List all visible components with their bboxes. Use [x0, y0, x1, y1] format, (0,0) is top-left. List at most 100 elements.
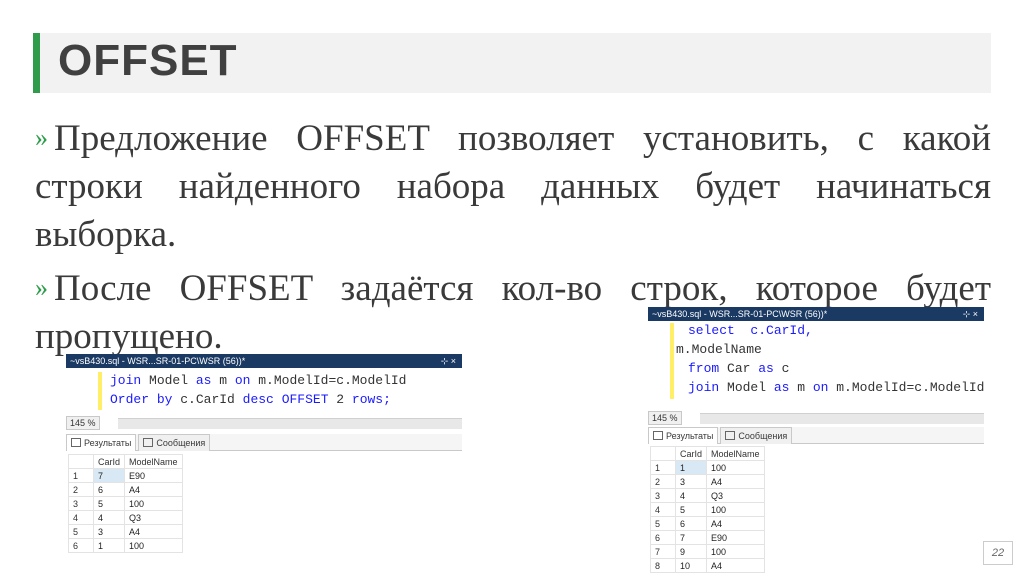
row-number[interactable]: 2 [68, 482, 94, 497]
row-number[interactable]: 4 [650, 502, 676, 517]
code-line-2[interactable]: Order by c.CarId desc OFFSET 2 rows; [110, 390, 391, 409]
change-marker [670, 323, 674, 399]
code-line-3[interactable]: from Car as c [688, 359, 789, 378]
bullet-marker: » [35, 123, 48, 152]
table-cell[interactable]: 5 [674, 502, 708, 517]
table-row[interactable]: 6 7 E90 [650, 530, 765, 545]
results-tabs: Результаты Сообщения [66, 434, 462, 451]
row-number[interactable]: 4 [68, 510, 94, 525]
row-number[interactable]: 7 [650, 544, 676, 559]
table-row[interactable]: 4 4 Q3 [68, 510, 183, 525]
row-number[interactable]: 5 [68, 524, 94, 539]
right-query-window: ~vsB430.sql - WSR...SR-01-PC\WSR (56))* … [648, 307, 984, 573]
table-cell[interactable]: 1 [92, 538, 126, 553]
table-cell[interactable]: 1 [674, 460, 708, 475]
grid-header-row: CarId ModelName [650, 446, 765, 461]
zoom-dropdown[interactable]: 145 % [66, 416, 100, 430]
table-cell[interactable]: 100 [124, 496, 183, 511]
editor-tab[interactable]: ~vsB430.sql - WSR...SR-01-PC\WSR (56))* … [66, 354, 462, 368]
results-grid: CarId ModelName 1 1 100 2 3 A4 3 4 Q3 4 5 100 5 6 A4 6 7 E9… [650, 446, 765, 573]
table-cell[interactable]: 7 [674, 530, 708, 545]
tab-messages[interactable]: Сообщения [138, 434, 211, 451]
table-cell[interactable]: 3 [674, 474, 708, 489]
code-line-2[interactable]: m.ModelName [676, 340, 762, 359]
paragraph-1-text: Предложение OFFSET позволяет установить,… [35, 118, 991, 255]
column-header[interactable]: CarId [92, 454, 126, 469]
grid-corner [68, 454, 94, 469]
message-icon [143, 438, 154, 447]
page-number: 22 [983, 541, 1013, 565]
table-row[interactable]: 1 7 E90 [68, 468, 183, 483]
row-number[interactable]: 3 [650, 488, 676, 503]
table-row[interactable]: 4 5 100 [650, 502, 765, 517]
table-cell[interactable]: E90 [706, 530, 765, 545]
table-row[interactable]: 2 6 A4 [68, 482, 183, 497]
table-cell[interactable]: 100 [706, 460, 765, 475]
editor-tab[interactable]: ~vsB430.sql - WSR...SR-01-PC\WSR (56))* … [648, 307, 984, 321]
table-row[interactable]: 6 1 100 [68, 538, 183, 553]
table-cell[interactable]: A4 [706, 474, 765, 489]
table-cell[interactable]: 3 [92, 524, 126, 539]
table-row[interactable]: 8 10 A4 [650, 558, 765, 573]
row-number[interactable]: 2 [650, 474, 676, 489]
row-number[interactable]: 5 [650, 516, 676, 531]
tab-pin-close-icon[interactable]: ⊹ × [963, 307, 978, 321]
table-cell[interactable]: 100 [124, 538, 183, 553]
table-cell[interactable]: Q3 [124, 510, 183, 525]
table-cell[interactable]: 100 [706, 544, 765, 559]
tab-pin-close-icon[interactable]: ⊹ × [441, 354, 456, 368]
table-cell[interactable]: Q3 [706, 488, 765, 503]
row-number[interactable]: 1 [68, 468, 94, 483]
slide-title: OFFSET [58, 36, 238, 85]
column-header[interactable]: ModelName [706, 446, 765, 461]
table-row[interactable]: 5 6 A4 [650, 516, 765, 531]
row-number[interactable]: 1 [650, 460, 676, 475]
row-number[interactable]: 3 [68, 496, 94, 511]
code-line-1[interactable]: select c.CarId, [688, 321, 813, 340]
row-number[interactable]: 6 [68, 538, 94, 553]
row-number[interactable]: 8 [650, 558, 676, 573]
tab-results[interactable]: Результаты [66, 434, 137, 451]
table-cell[interactable]: A4 [124, 482, 183, 497]
title-accent-bar [33, 33, 40, 93]
table-cell[interactable]: A4 [706, 516, 765, 531]
zoom-dropdown[interactable]: 145 % [648, 411, 682, 425]
table-cell[interactable]: 7 [92, 468, 126, 483]
column-header[interactable]: CarId [674, 446, 708, 461]
table-cell[interactable]: 4 [92, 510, 126, 525]
table-cell[interactable]: 10 [674, 558, 708, 573]
table-cell[interactable]: E90 [124, 468, 183, 483]
left-query-window: ~vsB430.sql - WSR...SR-01-PC\WSR (56))* … [66, 354, 462, 568]
table-cell[interactable]: 100 [706, 502, 765, 517]
table-row[interactable]: 5 3 A4 [68, 524, 183, 539]
table-row[interactable]: 7 9 100 [650, 544, 765, 559]
tab-results[interactable]: Результаты [648, 427, 719, 444]
table-cell[interactable]: 6 [674, 516, 708, 531]
column-header[interactable]: ModelName [124, 454, 183, 469]
table-cell[interactable]: 5 [92, 496, 126, 511]
tab-messages[interactable]: Сообщения [720, 427, 793, 444]
table-cell[interactable]: 6 [92, 482, 126, 497]
table-row[interactable]: 2 3 A4 [650, 474, 765, 489]
message-icon [725, 431, 736, 440]
paragraph-1: » Предложение OFFSET позволяет установить… [35, 114, 991, 259]
horizontal-scrollbar[interactable] [700, 413, 984, 424]
code-line-1[interactable]: join Model as m on m.ModelId=c.ModelId [110, 371, 406, 390]
table-cell[interactable]: 9 [674, 544, 708, 559]
grid-icon [71, 438, 81, 447]
table-row[interactable]: 1 1 100 [650, 460, 765, 475]
table-cell[interactable]: 4 [674, 488, 708, 503]
table-row[interactable]: 3 5 100 [68, 496, 183, 511]
horizontal-scrollbar[interactable] [118, 418, 462, 429]
tab-title: ~vsB430.sql - WSR...SR-01-PC\WSR (56))* [70, 356, 246, 366]
grid-header-row: CarId ModelName [68, 454, 183, 469]
results-tabs: Результаты Сообщения [648, 427, 984, 444]
row-number[interactable]: 6 [650, 530, 676, 545]
code-line-4[interactable]: join Model as m on m.ModelId=c.ModelId [688, 378, 984, 397]
bullet-marker: » [35, 273, 48, 302]
table-row[interactable]: 3 4 Q3 [650, 488, 765, 503]
change-marker [98, 372, 102, 410]
table-cell[interactable]: A4 [706, 558, 765, 573]
table-cell[interactable]: A4 [124, 524, 183, 539]
results-grid: CarId ModelName 1 7 E90 2 6 A4 3 5 100 4 4 Q3 5 3 A4 6 1 10… [68, 454, 183, 553]
